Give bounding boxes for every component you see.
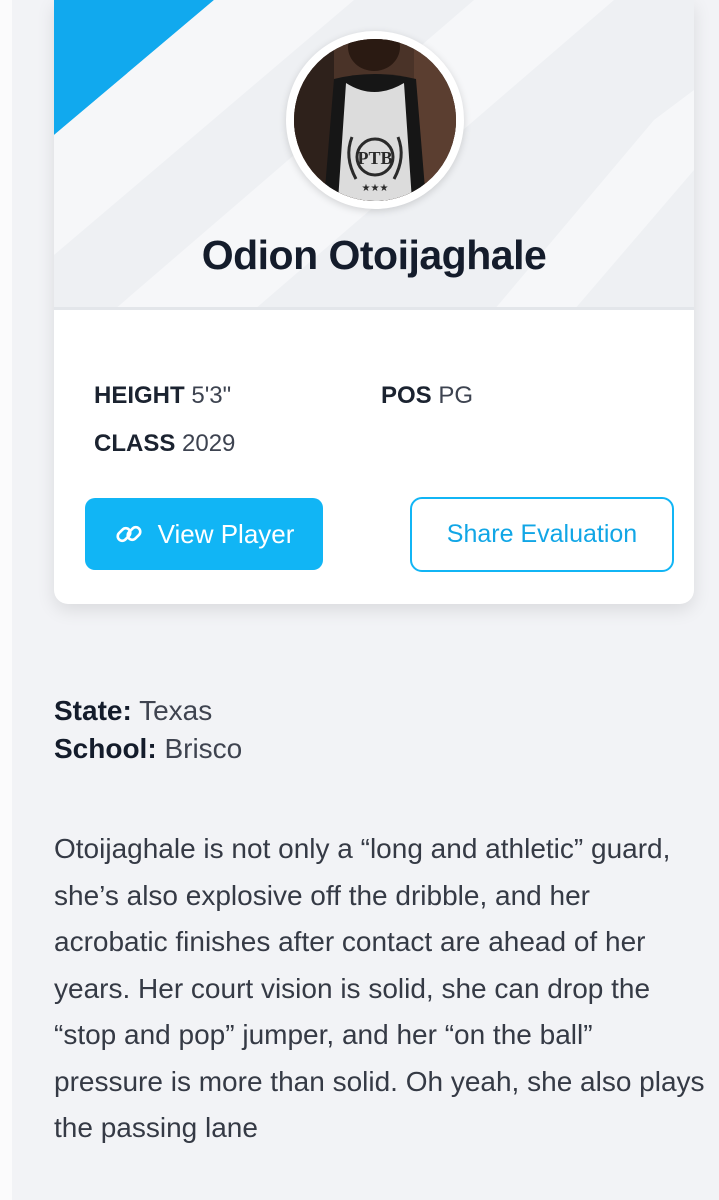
meta-school: School: Brisco: [54, 730, 242, 768]
avatar: PTB ★★★: [294, 39, 456, 201]
meta-state-value: Texas: [139, 695, 213, 726]
meta-school-label: School:: [54, 733, 157, 764]
stat-height-value: 5'3": [191, 382, 232, 409]
view-player-button[interactable]: View Player: [85, 498, 323, 570]
share-evaluation-button[interactable]: Share Evaluation: [410, 497, 674, 572]
card-header: PTB ★★★ Odion Otoijaghale: [54, 0, 694, 310]
avatar-frame: PTB ★★★: [286, 31, 464, 209]
player-photo: PTB ★★★: [294, 39, 456, 201]
stat-height-label: HEIGHT: [94, 382, 185, 409]
meta-state: State: Texas: [54, 692, 242, 730]
evaluation-text: Otoijaghale is not only a “long and athl…: [54, 833, 705, 1143]
stat-position-label: POS: [381, 382, 432, 409]
stat-class: CLASS 2029: [94, 430, 235, 458]
player-meta: State: Texas School: Brisco: [54, 692, 242, 768]
svg-text:★★★: ★★★: [362, 183, 389, 194]
player-stats: HEIGHT 5'3" POS PG CLASS 2029: [94, 378, 674, 468]
stat-height: HEIGHT 5'3": [94, 382, 231, 410]
meta-state-label: State:: [54, 695, 132, 726]
link-icon: [116, 525, 142, 543]
stat-position-value: PG: [438, 382, 474, 409]
page: PTB ★★★ Odion Otoijaghale HEIGHT 5'3" PO…: [0, 0, 719, 1200]
stat-class-label: CLASS: [94, 430, 176, 457]
view-player-label: View Player: [157, 518, 295, 549]
svg-text:PTB: PTB: [357, 148, 392, 168]
player-name: Odion Otoijaghale: [201, 232, 547, 278]
stat-position: POS PG: [381, 382, 473, 410]
meta-school-value: Brisco: [164, 733, 243, 764]
player-card: PTB ★★★ Odion Otoijaghale HEIGHT 5'3" PO…: [54, 0, 694, 604]
share-evaluation-label: Share Evaluation: [446, 520, 638, 548]
stat-class-value: 2029: [182, 430, 236, 457]
left-gutter: [0, 0, 12, 1200]
